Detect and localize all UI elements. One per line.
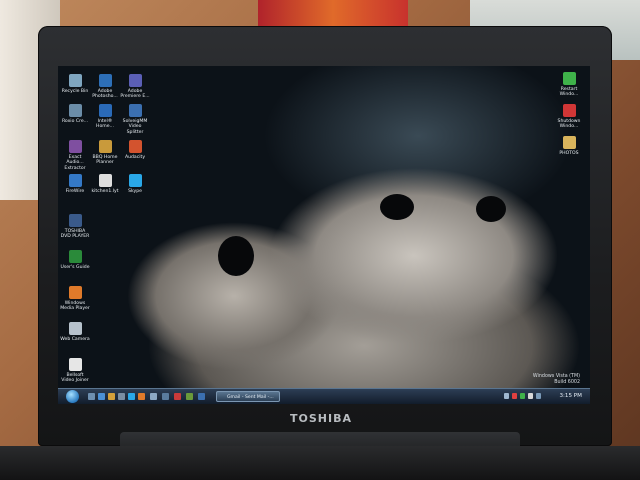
media-player-icon (68, 286, 82, 299)
folder-icon (562, 136, 576, 149)
desktop-icon[interactable]: Roxio Cre... (60, 104, 90, 124)
camera-icon (68, 322, 82, 335)
taskbar: Gmail - Sent Mail -... 3:15 PM (58, 388, 590, 404)
switch-windows-icon[interactable] (118, 393, 125, 400)
desktop-icon[interactable]: Exact Audio... Extractor (60, 140, 90, 171)
explorer-icon[interactable] (108, 393, 115, 400)
volume-icon[interactable] (528, 393, 533, 399)
home-planner-icon (98, 140, 112, 153)
windows-build-watermark: Windows Vista (TM) Build 6002 (533, 374, 580, 385)
show-desktop-icon[interactable] (88, 393, 95, 400)
sculpture-hole (380, 194, 414, 220)
desktop-icon[interactable]: Intel® Home... (90, 104, 120, 130)
laptop-base (0, 446, 640, 480)
ie-icon[interactable] (98, 393, 105, 400)
desktop-icon[interactable]: Bellsoft Video Joiner (60, 358, 90, 384)
desktop-icon-label: Shutdown Windo... (557, 119, 581, 130)
desktop-icon-label: Adobe Premiere E... (120, 89, 150, 100)
desktop-icon-label: Bellsoft Video Joiner (61, 373, 89, 384)
sculpture-hole (476, 196, 506, 222)
desktop-icon-label: Audacity (124, 155, 146, 160)
desktop-icon[interactable]: Windows Media Player (60, 286, 90, 312)
desktop-icon-label: Recycle Bin (61, 89, 89, 94)
watermark-line: Build 6002 (554, 379, 580, 385)
desktop-icon[interactable]: kitchen1.lyt (90, 174, 120, 194)
desktop-icon-label: Adobe Photosho... (92, 89, 118, 100)
desktop-icon[interactable]: Shutdown Windo... (554, 104, 584, 130)
recycle-bin-icon (68, 74, 82, 87)
desktop-icon-label: User's Guide (60, 265, 90, 270)
dvd-player-icon (68, 214, 82, 227)
quicklaunch-icon[interactable] (186, 393, 193, 400)
quicklaunch-icon[interactable] (198, 393, 205, 400)
desktop-icon-label: Exact Audio... Extractor (64, 155, 86, 171)
quicklaunch-icon[interactable] (174, 393, 181, 400)
desktop-icon[interactable]: BBQ Home Planner (90, 140, 120, 166)
desktop-icon-label: FireWire (65, 189, 85, 194)
taskbar-clock[interactable]: 3:15 PM (559, 391, 582, 402)
desktop-icon[interactable]: Web Camera (60, 322, 90, 342)
desktop-icon[interactable]: Recycle Bin (60, 74, 90, 94)
laptop-screen: Recycle Bin Adobe Photosho... Adobe Premie… (58, 66, 590, 404)
video-splitter-icon (128, 104, 142, 117)
media-quicklaunch-icon[interactable] (138, 393, 145, 400)
desktop-icon[interactable]: Adobe Premiere E... (120, 74, 150, 100)
tray-icon[interactable] (520, 393, 525, 399)
intel-icon (98, 104, 112, 117)
tray-icon[interactable] (504, 393, 509, 399)
desktop-icon-label: Skype (128, 189, 142, 194)
taskbar-window-button[interactable]: Gmail - Sent Mail -... (216, 391, 280, 402)
audacity-icon (128, 140, 142, 153)
desktop-icon-label: Intel® Home... (96, 119, 114, 130)
desktop-icon[interactable]: PHOTOS (554, 136, 584, 156)
premiere-icon (128, 74, 142, 87)
desktop-icon-label: Roxio Cre... (61, 119, 89, 124)
audio-extractor-icon (68, 140, 82, 153)
laptop-brand-logo: TOSHIBA (290, 412, 352, 425)
roxio-icon (68, 104, 82, 117)
quicklaunch-icon[interactable] (162, 393, 169, 400)
desktop-icon-label: BBQ Home Planner (92, 155, 118, 166)
desktop-icon[interactable]: TOSHIBA DVD PLAYER (60, 214, 90, 240)
desktop-icon-label: Restart Windo... (559, 87, 579, 98)
desktop-icon-label: PHOTOS (559, 151, 579, 156)
desktop-icon[interactable]: Audacity (120, 140, 150, 160)
skype-icon (128, 174, 142, 187)
sculpture-eye (218, 236, 254, 276)
photo-scene: TOSHIBA Recycle Bin Adobe Photosho... Adob… (0, 0, 640, 480)
shutdown-icon (562, 104, 576, 117)
restart-icon (562, 72, 576, 85)
tray-icon[interactable] (512, 393, 517, 399)
firewire-icon (68, 174, 82, 187)
desktop-icon-label: Windows Media Player (60, 301, 90, 312)
desktop-icon-label: TOSHIBA DVD PLAYER (60, 229, 90, 240)
watermark-line: Windows Vista (TM) (532, 374, 580, 379)
skype-quicklaunch-icon[interactable] (128, 393, 135, 400)
desktop-icon[interactable]: Adobe Photosho... (90, 74, 120, 100)
start-button-icon[interactable] (66, 390, 79, 403)
quicklaunch-icon[interactable] (150, 393, 157, 400)
desktop-icon[interactable]: FireWire (60, 174, 90, 194)
file-icon (98, 174, 112, 187)
desktop-icon-label: SolveigMM Video Splitter (122, 119, 148, 135)
desktop-icon[interactable]: Skype (120, 174, 150, 194)
guide-icon (68, 250, 82, 263)
desktop-icon[interactable]: User's Guide (60, 250, 90, 270)
red-bag (258, 0, 408, 26)
video-joiner-icon (68, 358, 82, 371)
desktop-icon-label: Web Camera (60, 337, 90, 342)
network-icon[interactable] (536, 393, 541, 399)
desktop-icon[interactable]: Restart Windo... (554, 72, 584, 98)
photoshop-icon (98, 74, 112, 87)
desktop-icon[interactable]: SolveigMM Video Splitter (120, 104, 150, 135)
desktop-icon-label: kitchen1.lyt (91, 189, 119, 194)
